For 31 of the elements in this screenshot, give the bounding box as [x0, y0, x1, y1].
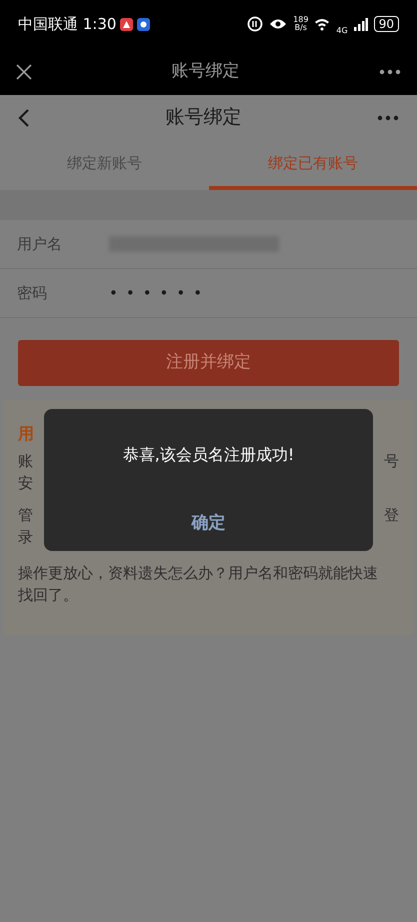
- more-icon[interactable]: [379, 68, 401, 74]
- info-text: 登: [384, 505, 399, 526]
- signal-icon: [354, 18, 368, 30]
- speed-unit: B/s: [294, 24, 307, 32]
- close-icon[interactable]: [16, 64, 32, 80]
- info-paragraph: 操作更放心，资料遗失怎么办？用户名和密码就能快速找回了。: [18, 563, 379, 606]
- network-type: 4G: [336, 25, 348, 37]
- browser-title: 账号绑定: [172, 60, 240, 83]
- back-icon[interactable]: [18, 108, 30, 128]
- field-label: 密码: [17, 282, 48, 304]
- speed-value: 189: [293, 16, 308, 24]
- app-icon: [120, 18, 134, 30]
- carrier-time: 中国联通 1:30: [18, 14, 116, 35]
- eye-icon: [269, 18, 288, 30]
- field-label: 用户名: [17, 234, 63, 255]
- wifi-icon: [314, 18, 330, 30]
- confirm-button[interactable]: 确定: [176, 511, 242, 536]
- info-text: 录: [18, 527, 33, 548]
- dialog-message: 恭喜,该会员名注册成功!: [122, 444, 294, 466]
- app-icon: [137, 18, 150, 30]
- register-bind-button[interactable]: 注册并绑定: [18, 340, 399, 386]
- info-text: 安: [18, 473, 33, 494]
- battery-level: 90: [374, 16, 399, 32]
- info-heading: 用: [18, 424, 34, 443]
- info-text: 管: [18, 505, 33, 526]
- more-icon[interactable]: [377, 114, 399, 120]
- info-text: 号: [384, 451, 399, 472]
- page-title: 账号绑定: [166, 105, 242, 130]
- password-field[interactable]: ••••••: [109, 282, 210, 304]
- timer-icon: [247, 16, 264, 32]
- info-text: 账: [18, 451, 33, 472]
